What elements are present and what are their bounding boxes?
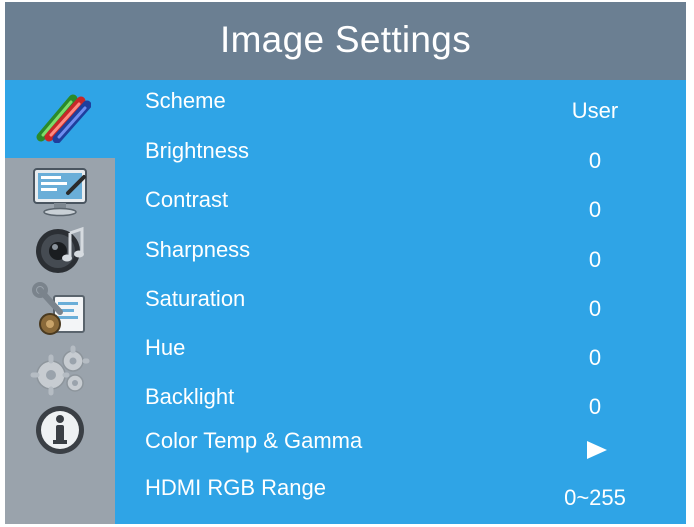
- menu-item-label: Sharpness: [145, 237, 251, 262]
- menu-item-label: Brightness: [145, 138, 249, 163]
- sidebar-item-advanced[interactable]: [5, 340, 115, 400]
- menu-item-saturation[interactable]: Saturation 0: [145, 285, 665, 331]
- menu-item-hue[interactable]: Hue 0: [145, 334, 665, 380]
- menu-item-label: Contrast: [145, 187, 229, 212]
- menu-item-backlight[interactable]: Backlight 0: [145, 383, 665, 429]
- monitor-display-icon: [28, 163, 92, 217]
- menu-item-hdmi-rgb-range[interactable]: HDMI RGB Range 0~255: [145, 474, 665, 520]
- menu-item-label: Saturation: [145, 286, 246, 311]
- menu-item-scheme[interactable]: Scheme User: [145, 87, 665, 133]
- menu-item-value: 0: [588, 247, 602, 272]
- menu-item-value: 0: [588, 197, 602, 222]
- menu-item-value: 0: [588, 345, 602, 370]
- tools-settings-icon: [30, 282, 90, 338]
- sidebar-item-info[interactable]: [5, 400, 115, 460]
- menu-item-value: 0: [588, 296, 602, 321]
- sidebar: [5, 80, 115, 524]
- menu-item-value: 0: [588, 394, 602, 419]
- menu-item-label: Color Temp & Gamma: [145, 428, 363, 453]
- menu-item-value: 0: [588, 148, 602, 173]
- osd-menu-panel: Image Settings Scheme User Brightness 0 …: [5, 2, 686, 524]
- menu-item-sharpness[interactable]: Sharpness 0: [145, 236, 665, 282]
- menu-item-value: User: [571, 98, 619, 123]
- sidebar-item-audio[interactable]: [5, 220, 115, 280]
- menu-item-label: Hue: [145, 335, 186, 360]
- title-bar: Image Settings: [5, 2, 686, 80]
- menu-item-brightness[interactable]: Brightness 0: [145, 137, 665, 183]
- menu-item-color-temp-gamma[interactable]: Color Temp & Gamma: [145, 427, 665, 473]
- menu-item-value: 0~255: [564, 485, 626, 510]
- gears-icon: [29, 343, 91, 397]
- play-arrow-icon: [587, 441, 607, 459]
- sidebar-item-tools[interactable]: [5, 280, 115, 340]
- menu-item-label: HDMI RGB Range: [145, 475, 326, 500]
- page-title: Image Settings: [219, 19, 471, 60]
- speaker-audio-icon: [30, 223, 90, 277]
- picture-pencils-icon: [29, 91, 91, 143]
- sidebar-item-display[interactable]: [5, 160, 115, 220]
- menu-item-contrast[interactable]: Contrast 0: [145, 186, 665, 232]
- sidebar-item-picture[interactable]: [5, 80, 115, 154]
- menu-item-label: Scheme: [145, 88, 226, 113]
- menu-item-label: Backlight: [145, 384, 235, 409]
- info-icon: [33, 403, 87, 457]
